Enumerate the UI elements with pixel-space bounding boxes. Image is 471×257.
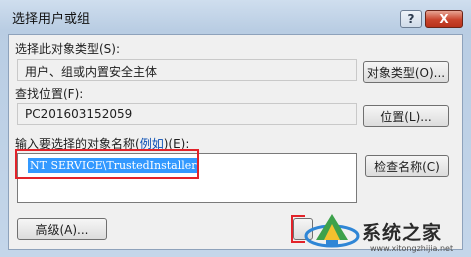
check-names-button-label: 检查名称(C) — [374, 159, 440, 174]
watermark-url: www.xitongzhijia.net — [370, 244, 454, 253]
location-field: PC201603152059 — [17, 103, 357, 125]
advanced-button-label: 高级(A)... — [35, 222, 89, 237]
close-icon: X — [439, 12, 449, 26]
location-value: PC201603152059 — [25, 107, 133, 121]
close-button[interactable]: X — [425, 10, 463, 28]
help-button[interactable]: ? — [400, 10, 422, 28]
select-users-or-groups-dialog: 选择用户或组 ? X 选择此对象类型(S): 用户、组或内置安全主体 对象类型(… — [0, 0, 471, 257]
locations-button[interactable]: 位置(L)... — [363, 105, 449, 127]
dialog-title: 选择用户或组 — [12, 12, 91, 27]
locations-button-label: 位置(L)... — [380, 109, 432, 124]
check-names-button[interactable]: 检查名称(C) — [365, 155, 449, 177]
title-bar: 选择用户或组 ? X — [0, 0, 471, 34]
object-type-value: 用户、组或内置安全主体 — [25, 65, 158, 79]
help-icon: ? — [407, 12, 415, 26]
object-type-field: 用户、组或内置安全主体 — [17, 59, 357, 81]
object-types-button[interactable]: 对象类型(O)... — [363, 61, 449, 83]
object-type-label: 选择此对象类型(S): — [15, 42, 121, 56]
watermark-logo-icon — [304, 214, 360, 248]
advanced-button[interactable]: 高级(A)... — [17, 218, 107, 240]
highlight-frame — [15, 149, 199, 179]
watermark-brand: 系统之家 — [362, 222, 443, 244]
watermark: 系统之家 www.xitongzhijia.net — [300, 204, 471, 257]
object-types-button-label: 对象类型(O)... — [366, 65, 446, 80]
location-label: 查找位置(F): — [15, 87, 84, 101]
